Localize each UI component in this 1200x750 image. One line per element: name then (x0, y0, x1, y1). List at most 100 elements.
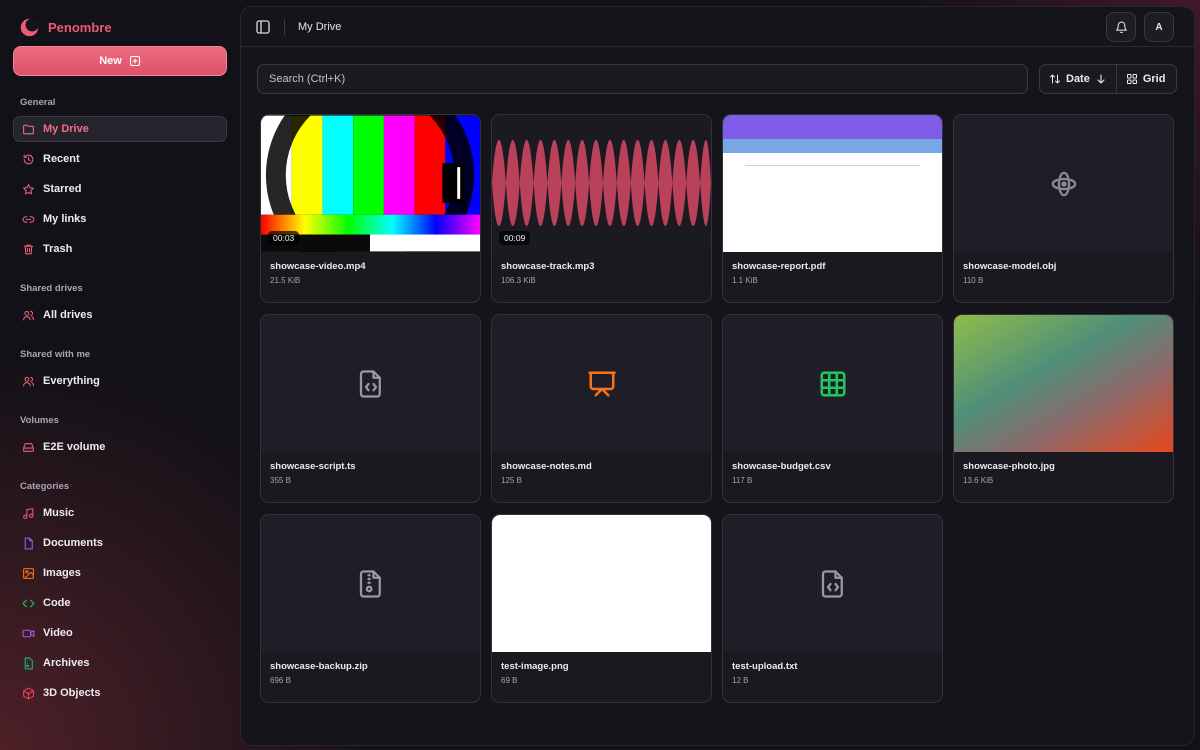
sidebar-item-label: Documents (43, 537, 103, 549)
model-icon (1051, 171, 1076, 196)
file-card[interactable]: showcase-budget.csv 117 B (722, 314, 943, 503)
file-size: 106.3 KiB (501, 276, 536, 285)
file-size: 13.6 KiB (963, 476, 994, 485)
section-label-shared-with-me: Shared with me (20, 349, 91, 360)
file-card[interactable]: 00:09 showcase-track.mp3 106.3 KiB (491, 114, 712, 303)
search-input[interactable] (257, 64, 1028, 94)
sidebar-item-label: Images (43, 567, 81, 579)
archive-thumbnail (261, 515, 480, 652)
sidebar-item-label: E2E volume (43, 441, 106, 453)
sidebar-item-my-links[interactable]: My links (13, 206, 227, 232)
sidebar-item-label: Archives (43, 657, 90, 669)
file-name: showcase-video.mp4 (270, 261, 366, 272)
cube-icon (23, 687, 34, 699)
file-card[interactable]: showcase-backup.zip 696 B (260, 514, 481, 703)
avatar-button[interactable]: A (1144, 12, 1174, 42)
file-size: 1.1 KiB (732, 276, 758, 285)
audio-waveform-thumbnail: 00:09 (492, 115, 711, 252)
model-thumbnail (954, 115, 1173, 252)
image-icon (23, 567, 34, 579)
sidebar-item-label: My links (43, 213, 87, 225)
plus-square-icon (129, 55, 140, 67)
sidebar-item-label: Everything (43, 375, 100, 387)
code-icon (22, 599, 35, 607)
document-icon (24, 537, 33, 549)
folder-icon (23, 124, 34, 134)
sort-arrows-icon (1050, 74, 1060, 84)
file-name: showcase-script.ts (270, 461, 356, 472)
hard-drive-icon (23, 442, 34, 452)
star-icon (23, 183, 34, 194)
sidebar-item-all-drives[interactable]: All drives (13, 302, 227, 328)
file-name: showcase-backup.zip (270, 661, 368, 672)
sidebar-item-e2e-volume[interactable]: E2E volume (13, 434, 227, 460)
video-duration: 00:03 (268, 231, 300, 245)
sidebar-item-trash[interactable]: Trash (13, 236, 227, 262)
new-button[interactable]: New (13, 46, 227, 76)
view-mode-label: Grid (1142, 73, 1166, 85)
page-title: My Drive (298, 20, 342, 33)
file-card[interactable]: showcase-notes.md 125 B (491, 314, 712, 503)
file-size: 110 B (963, 276, 984, 285)
sort-button[interactable]: Date (1040, 65, 1116, 93)
nav-general: General My Drive Recent Starred My links… (13, 97, 227, 262)
text-thumbnail (723, 515, 942, 652)
avatar: A (1155, 21, 1163, 33)
code-thumbnail (261, 315, 480, 452)
file-name: showcase-model.obj (963, 261, 1057, 272)
sidebar-item-starred[interactable]: Starred (13, 176, 227, 202)
sidebar-item-label: Code (43, 597, 71, 609)
nav-shared-with-me: Shared with me Everything (13, 349, 227, 394)
notifications-button[interactable] (1106, 12, 1136, 42)
sidebar-toggle-button[interactable] (255, 19, 271, 35)
file-card[interactable]: 00:03 showcase-video.mp4 21.5 KiB (260, 114, 481, 303)
file-card[interactable]: test-image.png 69 B (491, 514, 712, 703)
file-name: showcase-notes.md (501, 461, 592, 472)
file-card[interactable]: showcase-photo.jpg 13.6 KiB (953, 314, 1174, 503)
file-name: test-upload.txt (732, 661, 798, 672)
pdf-rule (745, 165, 920, 166)
pdf-header-band (723, 115, 942, 139)
main-panel: My Drive A Date Grid (240, 6, 1195, 746)
sidebar-item-label: Music (43, 507, 75, 519)
toolbar: Date Grid (257, 64, 1177, 94)
file-size: 12 B (732, 676, 749, 685)
spreadsheet-thumbnail (723, 315, 942, 452)
sidebar-item-documents[interactable]: Documents (13, 530, 227, 556)
sidebar-item-label: 3D Objects (43, 687, 101, 699)
sidebar-item-everything[interactable]: Everything (13, 368, 227, 394)
file-card[interactable]: showcase-report.pdf 1.1 KiB (722, 114, 943, 303)
file-card[interactable]: test-upload.txt 12 B (722, 514, 943, 703)
code-file-icon (359, 369, 381, 398)
topbar-divider (284, 18, 285, 35)
section-label-shared-drives: Shared drives (20, 283, 83, 294)
topbar: My Drive A (241, 7, 1194, 47)
file-card[interactable]: showcase-script.ts 355 B (260, 314, 481, 503)
sidebar-item-label: Trash (43, 243, 73, 255)
file-size: 21.5 KiB (270, 276, 301, 285)
presentation-icon (587, 371, 616, 396)
sidebar-item-music[interactable]: Music (13, 500, 227, 526)
sidebar-item-label: Starred (43, 183, 82, 195)
topbar-actions: A (1106, 12, 1174, 42)
sidebar: Penombre New General My Drive Recent Sta… (0, 0, 240, 750)
code-file-icon (821, 569, 843, 598)
sidebar-item-recent[interactable]: Recent (13, 146, 227, 172)
file-card[interactable]: showcase-model.obj 110 B (953, 114, 1174, 303)
file-size: 117 B (732, 476, 753, 485)
image-thumbnail (492, 515, 711, 652)
sidebar-item-3d-objects[interactable]: 3D Objects (13, 680, 227, 706)
sidebar-item-code[interactable]: Code (13, 590, 227, 616)
nav-volumes: Volumes E2E volume (13, 415, 227, 460)
view-mode-button[interactable]: Grid (1117, 65, 1175, 93)
brand[interactable]: Penombre (13, 14, 227, 40)
zip-file-icon (359, 569, 381, 598)
archive-icon (24, 657, 33, 669)
sidebar-item-images[interactable]: Images (13, 560, 227, 586)
sidebar-item-label: Video (43, 627, 73, 639)
sidebar-item-video[interactable]: Video (13, 620, 227, 646)
file-size: 69 B (501, 676, 518, 685)
nav-categories: Categories Music Documents Images Code V… (13, 481, 227, 706)
sidebar-item-archives[interactable]: Archives (13, 650, 227, 676)
sidebar-item-my-drive[interactable]: My Drive (13, 116, 227, 142)
